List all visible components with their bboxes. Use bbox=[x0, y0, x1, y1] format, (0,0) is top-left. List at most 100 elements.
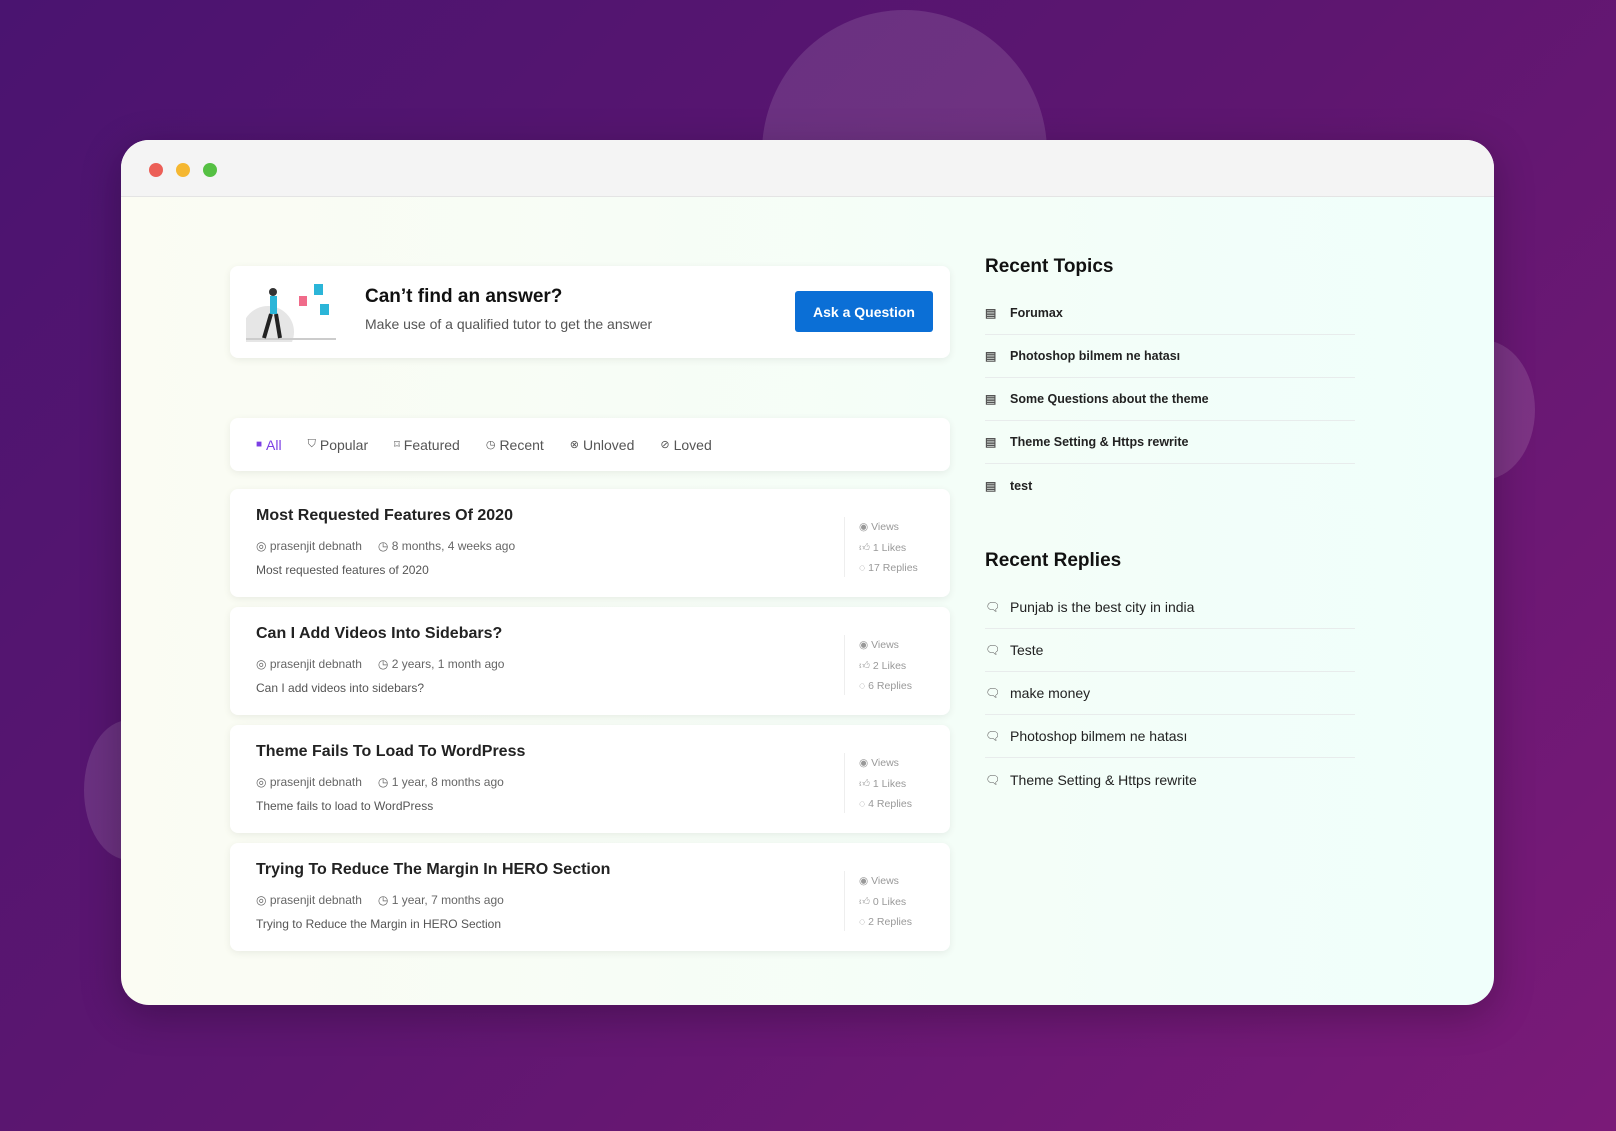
recent-replies: Recent Replies 🗨︎ Punjab is the best city… bbox=[985, 550, 1355, 801]
walking-person-illustration bbox=[246, 280, 336, 342]
replies-count: 4 Replies bbox=[868, 798, 912, 810]
author[interactable]: ◎ prasenjit debnath bbox=[256, 893, 362, 907]
list-item-label: Theme Setting & Https rewrite bbox=[1010, 772, 1197, 788]
clock-icon: ◷ bbox=[378, 775, 388, 789]
document-icon: ▤ bbox=[985, 392, 998, 406]
list-item[interactable]: 🗨︎make money bbox=[985, 672, 1355, 715]
topic-card[interactable]: Most Requested Features Of 2020 ◎ prasen… bbox=[230, 489, 950, 597]
tab-recent[interactable]: ◷Recent bbox=[486, 437, 544, 453]
author[interactable]: ◎ prasenjit debnath bbox=[256, 539, 362, 553]
list-item-label: Photoshop bilmem ne hatası bbox=[1010, 728, 1187, 744]
topic-stats: ◉ Views 👍︎ 0 Likes ◌ 2 Replies bbox=[844, 871, 912, 931]
document-icon: ▤ bbox=[985, 479, 998, 493]
user-icon: ◎ bbox=[256, 657, 266, 671]
timestamp: ◷ 8 months, 4 weeks ago bbox=[378, 539, 515, 553]
comment-icon: ◌ bbox=[859, 680, 865, 692]
likes-count: 1 Likes bbox=[873, 778, 906, 790]
likes-count: 0 Likes bbox=[873, 896, 906, 908]
list-item-label: make money bbox=[1010, 685, 1090, 701]
chat-icon: 🗨︎ bbox=[985, 600, 998, 614]
topic-title[interactable]: Theme Fails To Load To WordPress bbox=[256, 743, 525, 761]
chat-icon: 🗨︎ bbox=[985, 643, 998, 657]
eye-icon: ◉ bbox=[859, 757, 868, 769]
maximize-button[interactable] bbox=[203, 163, 217, 177]
topic-stats: ◉ Views 👍︎ 1 Likes ◌ 17 Replies bbox=[844, 517, 918, 577]
user-icon: ◎ bbox=[256, 539, 266, 553]
popular-icon: ⛉ bbox=[308, 438, 316, 451]
timestamp: ◷ 1 year, 7 months ago bbox=[378, 893, 504, 907]
thumbs-up-icon: 👍︎ bbox=[859, 778, 870, 790]
list-item-label: Punjab is the best city in india bbox=[1010, 599, 1194, 615]
list-item[interactable]: 🗨︎ Theme Setting & Https rewrite bbox=[985, 758, 1355, 801]
topic-stats: ◉ Views 👍︎ 1 Likes ◌ 4 Replies bbox=[844, 753, 912, 813]
topic-title[interactable]: Trying To Reduce The Margin In HERO Sect… bbox=[256, 861, 610, 879]
grid-icon: ■ bbox=[256, 439, 262, 450]
topic-card[interactable]: Trying To Reduce The Margin In HERO Sect… bbox=[230, 843, 950, 951]
list-item[interactable]: ▤Theme Setting & Https rewrite bbox=[985, 421, 1355, 464]
likes-count: 1 Likes bbox=[873, 542, 906, 554]
thumbs-up-icon: 👍︎ bbox=[859, 896, 870, 908]
user-icon: ◎ bbox=[256, 775, 266, 789]
author[interactable]: ◎ prasenjit debnath bbox=[256, 657, 362, 671]
user-icon: ◎ bbox=[256, 893, 266, 907]
replies-count: 6 Replies bbox=[868, 680, 912, 692]
chat-icon: 🗨︎ bbox=[985, 773, 998, 787]
views-count: Views bbox=[871, 521, 899, 533]
replies-count: 2 Replies bbox=[868, 916, 912, 928]
tab-featured[interactable]: ⌑Featured bbox=[394, 437, 460, 453]
list-item[interactable]: 🗨︎ Teste bbox=[985, 629, 1355, 672]
likes-count: 2 Likes bbox=[873, 660, 906, 672]
author[interactable]: ◎ prasenjit debnath bbox=[256, 775, 362, 789]
clock-icon: ◷ bbox=[486, 438, 496, 451]
tab-all[interactable]: ■All bbox=[256, 437, 282, 453]
topic-excerpt: Can I add videos into sidebars? bbox=[256, 681, 424, 695]
topic-title[interactable]: Most Requested Features Of 2020 bbox=[256, 507, 513, 525]
tab-popular[interactable]: ⛉Popular bbox=[308, 437, 369, 453]
views-count: Views bbox=[871, 875, 899, 887]
list-item-label: test bbox=[1010, 479, 1032, 493]
topic-card[interactable]: Theme Fails To Load To WordPress ◎ prase… bbox=[230, 725, 950, 833]
topic-excerpt: Theme fails to load to WordPress bbox=[256, 799, 433, 813]
list-item[interactable]: 🗨︎Photoshop bilmem ne hatası bbox=[985, 715, 1355, 758]
filter-tabs: ■All ⛉Popular ⌑Featured ◷Recent ⊗Unloved… bbox=[230, 418, 950, 471]
views-count: Views bbox=[871, 757, 899, 769]
views-count: Views bbox=[871, 639, 899, 651]
thumbs-up-icon: 👍︎ bbox=[859, 660, 870, 672]
recent-topics: Recent Topics ▤Forumax▤Photoshop bilmem … bbox=[985, 256, 1355, 507]
eye-icon: ◉ bbox=[859, 875, 868, 887]
document-icon: ▤ bbox=[985, 306, 998, 320]
topic-title[interactable]: Can I Add Videos Into Sidebars? bbox=[256, 625, 502, 643]
ask-question-button[interactable]: Ask a Question bbox=[795, 291, 933, 332]
tab-loved[interactable]: ⊘Loved bbox=[660, 437, 711, 453]
list-item[interactable]: 🗨︎ Punjab is the best city in india bbox=[985, 586, 1355, 629]
list-item-label: Some Questions about the theme bbox=[1010, 392, 1209, 406]
topic-stats: ◉ Views 👍︎ 2 Likes ◌ 6 Replies bbox=[844, 635, 912, 695]
topic-card[interactable]: Can I Add Videos Into Sidebars? ◎ prasen… bbox=[230, 607, 950, 715]
minimize-button[interactable] bbox=[176, 163, 190, 177]
check-circle-icon: ⊘ bbox=[660, 438, 669, 451]
banner-title: Can’t find an answer? bbox=[365, 286, 562, 308]
ask-banner: Can’t find an answer? Make use of a qual… bbox=[230, 266, 950, 358]
topic-excerpt: Most requested features of 2020 bbox=[256, 563, 429, 577]
list-item-label: Teste bbox=[1010, 642, 1043, 658]
list-item[interactable]: ▤ Some Questions about the theme bbox=[985, 378, 1355, 421]
eye-icon: ◉ bbox=[859, 521, 868, 533]
list-item-label: Photoshop bilmem ne hatası bbox=[1010, 349, 1180, 363]
replies-count: 17 Replies bbox=[868, 562, 918, 574]
comment-icon: ◌ bbox=[859, 916, 865, 928]
tab-unloved[interactable]: ⊗Unloved bbox=[570, 437, 635, 453]
close-button[interactable] bbox=[149, 163, 163, 177]
list-item[interactable]: ▤ Photoshop bilmem ne hatası bbox=[985, 335, 1355, 378]
recent-topics-title: Recent Topics bbox=[985, 256, 1355, 278]
comment-icon: ◌ bbox=[859, 562, 865, 574]
document-icon: ▤ bbox=[985, 349, 998, 363]
list-item-label: Theme Setting & Https rewrite bbox=[1010, 435, 1189, 449]
clock-icon: ◷ bbox=[378, 893, 388, 907]
list-item[interactable]: ▤Forumax bbox=[985, 292, 1355, 335]
list-item[interactable]: ▤ test bbox=[985, 464, 1355, 507]
banner-subtitle: Make use of a qualified tutor to get the… bbox=[365, 316, 652, 332]
thumbs-up-icon: 👍︎ bbox=[859, 542, 870, 554]
recent-replies-title: Recent Replies bbox=[985, 550, 1355, 572]
clock-icon: ◷ bbox=[378, 539, 388, 553]
browser-window: Can’t find an answer? Make use of a qual… bbox=[121, 140, 1494, 1005]
